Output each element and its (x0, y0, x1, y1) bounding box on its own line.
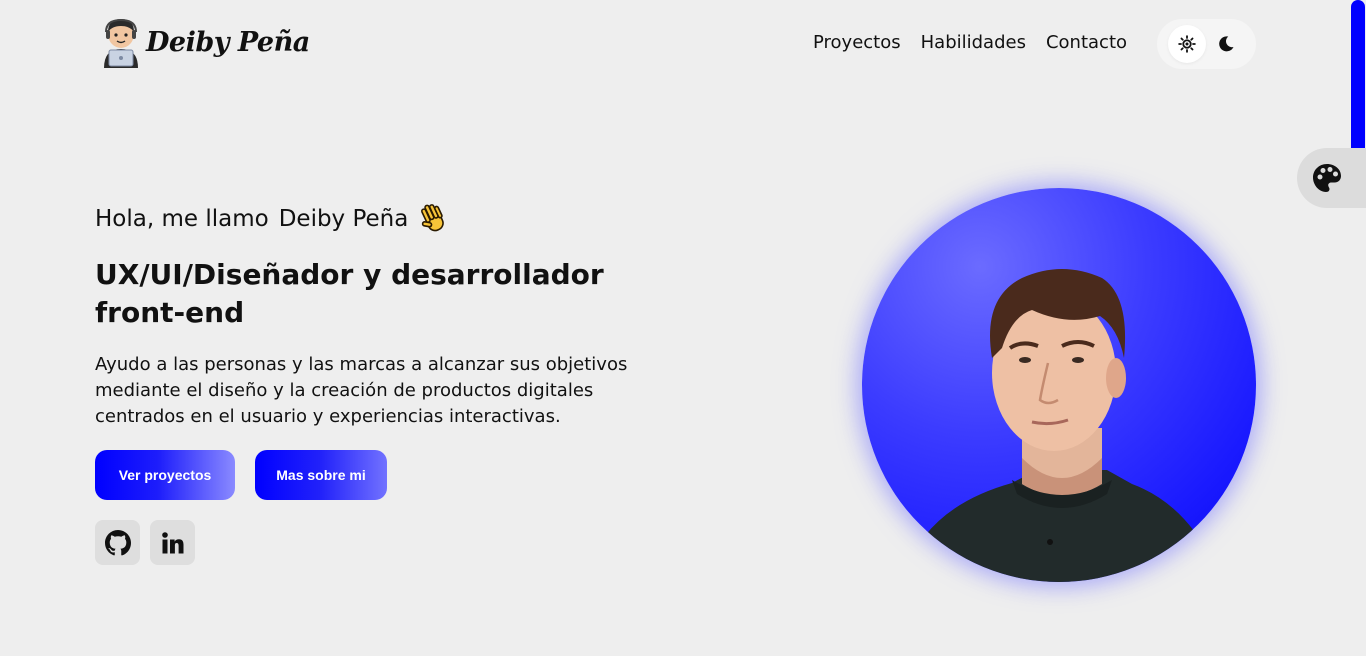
scrollbar-thumb[interactable] (1351, 0, 1365, 166)
linkedin-icon (161, 531, 183, 553)
hero-greeting: Hola, me llamo Deiby Peña (95, 203, 448, 235)
view-projects-button[interactable]: Ver proyectos (95, 450, 235, 500)
linkedin-link[interactable] (150, 520, 195, 565)
profile-photo (862, 188, 1256, 582)
moon-icon (1219, 36, 1234, 52)
github-link[interactable] (95, 520, 140, 565)
person-silhouette (902, 269, 1222, 582)
github-icon (104, 529, 131, 555)
developer-avatar-icon (104, 18, 138, 68)
theme-toggle (1157, 19, 1256, 69)
greeting-text: Hola, me llamo (95, 206, 269, 232)
about-me-button[interactable]: Mas sobre mi (255, 450, 387, 500)
logo-text: Deiby Peña (146, 26, 310, 58)
nav-link-habilidades[interactable]: Habilidades (921, 32, 1026, 53)
main-nav: Proyectos Habilidades Contacto (813, 32, 1127, 53)
page: Deiby Peña Proyectos Habilidades Contact… (0, 0, 1366, 656)
palette-icon (1313, 164, 1341, 192)
greeting-name: Deiby Peña (278, 206, 409, 232)
sun-icon (1177, 35, 1196, 53)
nav-link-proyectos[interactable]: Proyectos (813, 32, 901, 53)
nav-link-contacto[interactable]: Contacto (1046, 32, 1127, 53)
waving-hand-icon (421, 204, 445, 232)
logo-link[interactable]: Deiby Peña (100, 16, 310, 68)
light-theme-button[interactable] (1167, 25, 1206, 63)
color-palette-button[interactable] (1297, 148, 1366, 208)
hero-description: Ayudo a las personas y las marcas a alca… (95, 354, 628, 427)
scrollbar[interactable] (1350, 0, 1366, 656)
dark-theme-button[interactable] (1207, 25, 1245, 63)
site-header: Deiby Peña Proyectos Habilidades Contact… (0, 0, 1366, 90)
hero-headline: UX/UI/Diseñador y desarrollador front-en… (95, 258, 604, 329)
